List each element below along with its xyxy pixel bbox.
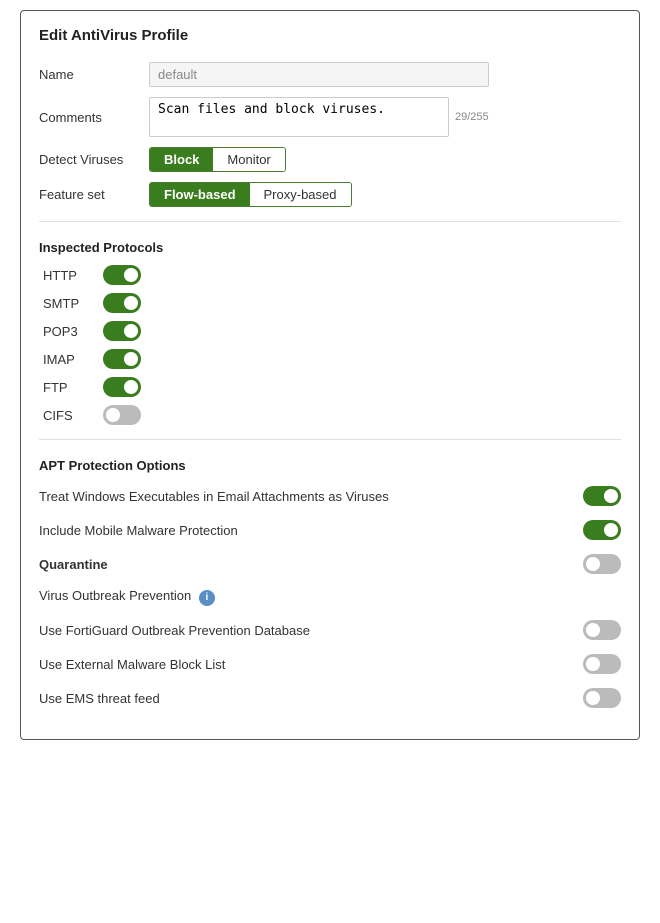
feature-set-control: Flow-based Proxy-based [149, 182, 621, 207]
feature-set-label: Feature set [39, 187, 149, 202]
protocol-smtp-label: SMTP [43, 296, 103, 311]
toggle-windows-exe-slider [583, 486, 621, 506]
name-row: Name [39, 62, 621, 87]
inspected-protocols-title: Inspected Protocols [39, 240, 621, 255]
toggle-http-slider [103, 265, 141, 285]
apt-row-fortiguard: Use FortiGuard Outbreak Prevention Datab… [39, 617, 621, 643]
apt-row-mobile-malware: Include Mobile Malware Protection [39, 517, 621, 543]
apt-row-windows-exe: Treat Windows Executables in Email Attac… [39, 483, 621, 509]
protocol-cifs-label: CIFS [43, 408, 103, 423]
apt-external-malware-label: Use External Malware Block List [39, 657, 583, 672]
feature-set-row: Feature set Flow-based Proxy-based [39, 182, 621, 207]
toggle-imap[interactable] [103, 349, 141, 369]
name-control-area [149, 62, 621, 87]
protocol-row-http: HTTP [39, 265, 621, 285]
toggle-ems-feed[interactable] [583, 688, 621, 708]
toggle-external-malware[interactable] [583, 654, 621, 674]
apt-ems-feed-label: Use EMS threat feed [39, 691, 583, 706]
virus-outbreak-text: Virus Outbreak Prevention [39, 588, 191, 603]
protocol-row-cifs: CIFS [39, 405, 621, 425]
detect-viruses-label: Detect Viruses [39, 152, 149, 167]
toggle-ems-feed-slider [583, 688, 621, 708]
virus-outbreak-row: Virus Outbreak Prevention i [39, 585, 621, 609]
apt-row-quarantine: Quarantine [39, 551, 621, 577]
protocol-row-ftp: FTP [39, 377, 621, 397]
detect-viruses-control: Block Monitor [149, 147, 621, 172]
detect-viruses-row: Detect Viruses Block Monitor [39, 147, 621, 172]
toggle-imap-slider [103, 349, 141, 369]
toggle-ftp[interactable] [103, 377, 141, 397]
comments-control-area: Scan files and block viruses. 29/255 [149, 97, 621, 137]
apt-quarantine-label: Quarantine [39, 557, 583, 572]
toggle-ftp-slider [103, 377, 141, 397]
toggle-mobile-malware-slider [583, 520, 621, 540]
feature-set-proxy-btn[interactable]: Proxy-based [250, 183, 351, 206]
protocol-ftp-label: FTP [43, 380, 103, 395]
toggle-smtp-slider [103, 293, 141, 313]
name-label: Name [39, 67, 149, 82]
name-input[interactable] [149, 62, 489, 87]
toggle-quarantine[interactable] [583, 554, 621, 574]
divider-2 [39, 439, 621, 440]
comments-row: Comments Scan files and block viruses. 2… [39, 97, 621, 137]
apt-protection-title: APT Protection Options [39, 458, 621, 473]
protocol-pop3-label: POP3 [43, 324, 103, 339]
apt-mobile-malware-label: Include Mobile Malware Protection [39, 523, 583, 538]
apt-fortiguard-label: Use FortiGuard Outbreak Prevention Datab… [39, 623, 583, 638]
panel-title: Edit AntiVirus Profile [39, 27, 621, 44]
protocol-row-pop3: POP3 [39, 321, 621, 341]
toggle-cifs-slider [103, 405, 141, 425]
detect-viruses-block-btn[interactable]: Block [150, 148, 213, 171]
toggle-external-malware-slider [583, 654, 621, 674]
toggle-quarantine-slider [583, 554, 621, 574]
protocol-row-imap: IMAP [39, 349, 621, 369]
divider-1 [39, 221, 621, 222]
toggle-windows-exe[interactable] [583, 486, 621, 506]
protocol-http-label: HTTP [43, 268, 103, 283]
toggle-pop3-slider [103, 321, 141, 341]
protocol-imap-label: IMAP [43, 352, 103, 367]
detect-viruses-monitor-btn[interactable]: Monitor [213, 148, 284, 171]
detect-viruses-btn-group: Block Monitor [149, 147, 286, 172]
toggle-fortiguard[interactable] [583, 620, 621, 640]
char-count: 29/255 [455, 111, 489, 123]
feature-set-btn-group: Flow-based Proxy-based [149, 182, 352, 207]
comments-input[interactable]: Scan files and block viruses. [149, 97, 449, 137]
comments-label: Comments [39, 110, 149, 125]
toggle-fortiguard-slider [583, 620, 621, 640]
apt-windows-exe-label: Treat Windows Executables in Email Attac… [39, 489, 583, 504]
toggle-mobile-malware[interactable] [583, 520, 621, 540]
protocol-row-smtp: SMTP [39, 293, 621, 313]
info-icon[interactable]: i [199, 590, 215, 606]
toggle-pop3[interactable] [103, 321, 141, 341]
feature-set-flow-btn[interactable]: Flow-based [150, 183, 250, 206]
toggle-cifs[interactable] [103, 405, 141, 425]
edit-antivirus-panel: Edit AntiVirus Profile Name Comments Sca… [20, 10, 640, 740]
apt-row-ems-feed: Use EMS threat feed [39, 685, 621, 711]
virus-outbreak-label: Virus Outbreak Prevention i [39, 588, 621, 606]
toggle-http[interactable] [103, 265, 141, 285]
apt-row-external-malware: Use External Malware Block List [39, 651, 621, 677]
toggle-smtp[interactable] [103, 293, 141, 313]
